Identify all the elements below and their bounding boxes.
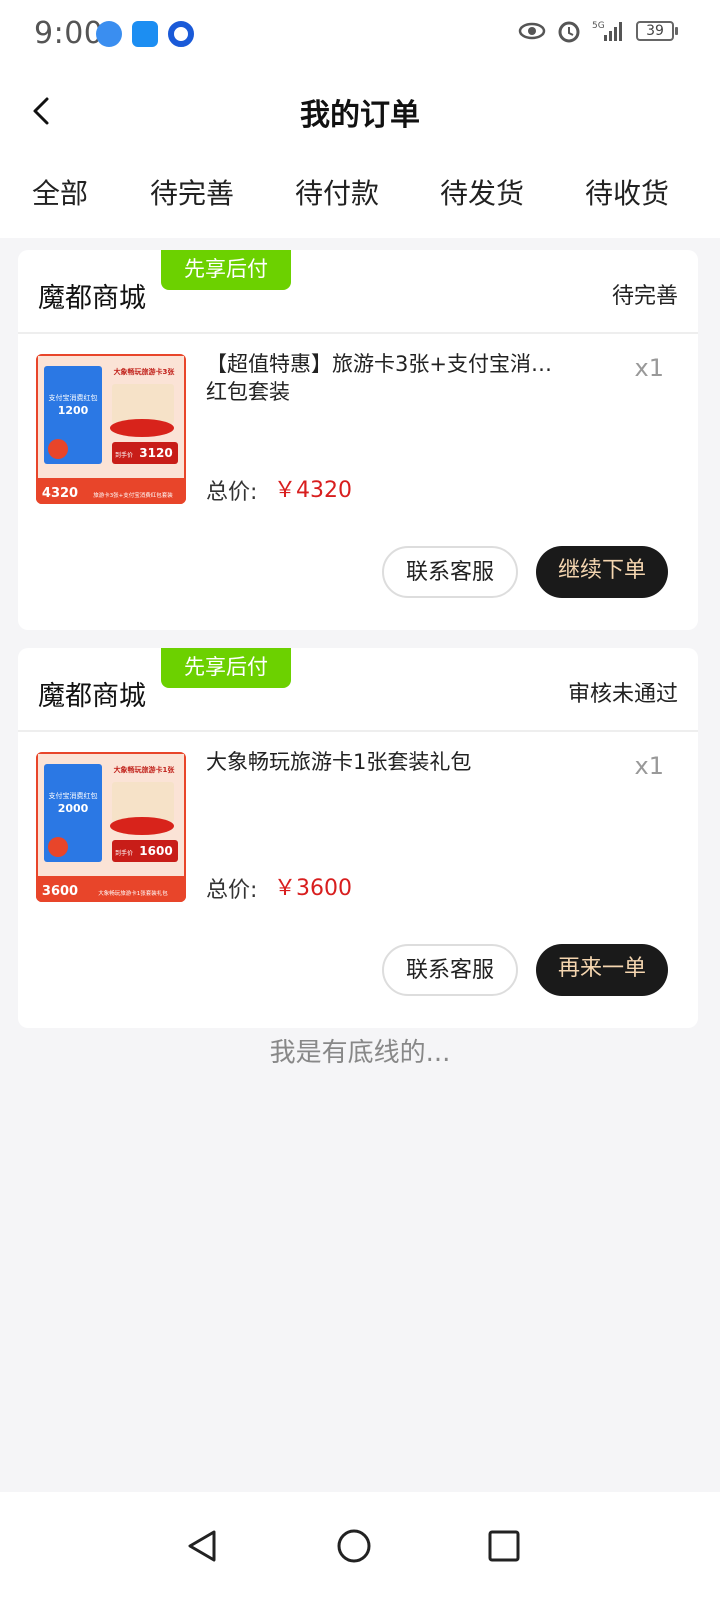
thumb-coupon-label: 支付宝消费红包 [49, 393, 98, 402]
nav-recents-icon[interactable] [484, 1526, 524, 1566]
pay-later-badge: 先享后付 [161, 250, 291, 290]
svg-text:5G: 5G [592, 21, 605, 31]
quantity: x1 [634, 354, 664, 382]
system-nav-bar [0, 1492, 720, 1600]
thumb-coupon-amount: 2000 [58, 802, 89, 815]
tab-all[interactable]: 全部 [32, 172, 88, 212]
tab-to-complete[interactable]: 待完善 [150, 172, 234, 212]
thumb-price-badge: 到手价 [115, 849, 133, 857]
product-name[interactable]: 大象畅玩旅游卡1张套装礼包 [206, 748, 566, 800]
battery-icon: 39 [636, 21, 678, 41]
order-card-header: 魔都商城 先享后付 审核未通过 [18, 648, 698, 732]
alarm-icon [558, 21, 580, 43]
pay-later-badge: 先享后付 [161, 648, 291, 688]
continue-order-button[interactable]: 继续下单 [536, 546, 668, 598]
product-image-graphic: 支付宝消费红包 1200 大象畅玩旅游卡3张 3120 到手价 4320 旅游卡… [36, 354, 186, 504]
thumb-price-tag: 1600 [139, 844, 172, 858]
thumb-price-badge: 到手价 [115, 451, 133, 459]
thumb-origin-price: 4320 [42, 486, 78, 501]
thumb-price-tag: 3120 [139, 446, 172, 460]
page-title: 我的订单 [300, 98, 420, 133]
status-right-group: 5G 39 [518, 18, 678, 44]
shop-name: 魔都商城 [38, 283, 146, 314]
tab-to-receive[interactable]: 待收货 [585, 172, 669, 212]
total-price: ￥3600 [274, 876, 352, 901]
thumb-coupon-label: 支付宝消费红包 [49, 791, 98, 800]
order-tabs: 全部 待完善 待付款 待发货 待收货 [0, 154, 720, 238]
thumb-footer: 大象畅玩旅游卡1张套装礼包 [98, 889, 168, 897]
shop-name: 魔都商城 [38, 681, 146, 712]
order-status: 审核未通过 [567, 682, 678, 707]
product-image[interactable]: 支付宝消费红包 1200 大象畅玩旅游卡3张 3120 到手价 4320 旅游卡… [36, 354, 186, 504]
order-card[interactable]: 魔都商城 先享后付 待完善 支付宝消费红包 1200 大象畅玩旅游卡3张 312… [18, 250, 698, 630]
order-card-header: 魔都商城 先享后付 待完善 [18, 250, 698, 334]
order-card-footer: 联系客服 再来一单 [18, 944, 698, 1028]
order-card-body: 支付宝消费红包 1200 大象畅玩旅游卡3张 3120 到手价 4320 旅游卡… [18, 334, 698, 546]
contact-service-button[interactable]: 联系客服 [382, 944, 518, 996]
product-image[interactable]: 支付宝消费红包 2000 大象畅玩旅游卡1张 1600 到手价 3600 大象畅… [36, 752, 186, 902]
order-card-body: 支付宝消费红包 2000 大象畅玩旅游卡1张 1600 到手价 3600 大象畅… [18, 732, 698, 944]
total-label: 总价: [206, 878, 258, 903]
tab-to-ship[interactable]: 待发货 [440, 172, 524, 212]
status-time: 9:00 [34, 16, 104, 51]
message-icon [132, 21, 158, 47]
total-price: ￥4320 [274, 478, 352, 503]
eye-icon [518, 22, 546, 40]
status-bar: 9:00 5G 39 [0, 0, 720, 68]
order-card[interactable]: 魔都商城 先享后付 审核未通过 支付宝消费红包 2000 大象畅玩旅游卡1张 1… [18, 648, 698, 1028]
5g-signal-icon: 5G [592, 21, 622, 41]
thumb-title: 大象畅玩旅游卡3张 [114, 367, 176, 376]
product-image-graphic: 支付宝消费红包 2000 大象畅玩旅游卡1张 1600 到手价 3600 大象畅… [36, 752, 186, 902]
browser-icon [96, 21, 122, 47]
reorder-button[interactable]: 再来一单 [536, 944, 668, 996]
quantity: x1 [634, 752, 664, 780]
thumb-title: 大象畅玩旅游卡1张 [114, 765, 176, 774]
end-of-list-text: 我是有底线的... [269, 1038, 451, 1068]
product-name[interactable]: 【超值特惠】旅游卡3张+支付宝消… 红包套装 [206, 350, 566, 402]
nav-bar: 我的订单 [0, 68, 720, 154]
thumb-coupon-amount: 1200 [58, 404, 89, 417]
app-circle-icon [168, 21, 194, 47]
order-card-footer: 联系客服 继续下单 [18, 546, 698, 630]
total-label: 总价: [206, 480, 258, 505]
thumb-origin-price: 3600 [42, 884, 78, 899]
thumb-footer: 旅游卡3张+支付宝消费红包套装 [93, 491, 173, 499]
order-status: 待完善 [611, 284, 678, 309]
nav-home-icon[interactable] [334, 1526, 374, 1566]
contact-service-button[interactable]: 联系客服 [382, 546, 518, 598]
tab-to-pay[interactable]: 待付款 [295, 172, 379, 212]
nav-back-icon[interactable] [182, 1526, 222, 1566]
